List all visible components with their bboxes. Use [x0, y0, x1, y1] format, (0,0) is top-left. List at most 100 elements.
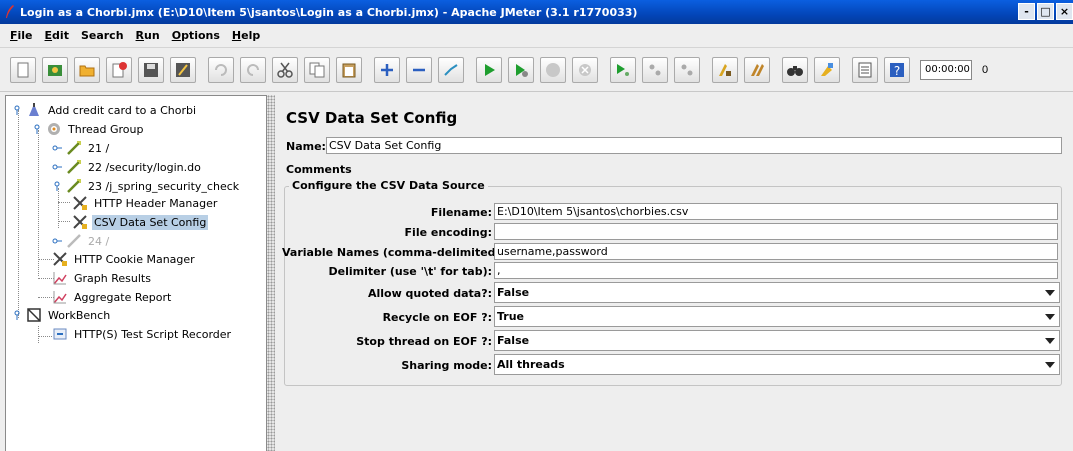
toggle-collapsed-icon[interactable]: [52, 233, 62, 249]
toggle-collapsed-icon[interactable]: [52, 159, 62, 175]
window-title: Login as a Chorbi.jmx (E:\D10\Item 5\jsa…: [20, 5, 638, 19]
file-encoding-label: File encoding:: [404, 226, 492, 239]
stop-thread-eof-label: Stop thread on EOF ?:: [356, 335, 492, 348]
sampler-icon: [66, 140, 82, 156]
remote-shutdown-button[interactable]: [674, 56, 700, 83]
function-helper-button[interactable]: [852, 56, 878, 83]
menu-help[interactable]: Help: [226, 29, 266, 42]
stop-thread-eof-select[interactable]: False: [494, 330, 1060, 351]
menu-file[interactable]: File: [4, 29, 39, 42]
open-icon: [79, 65, 95, 76]
recorder-icon: [52, 326, 68, 342]
start-button[interactable]: [476, 56, 502, 83]
element-config-panel: CSV Data Set Config Name: CSV Data Set C…: [276, 95, 1073, 451]
shutdown-button[interactable]: [572, 56, 598, 83]
clear-button[interactable]: [712, 56, 738, 83]
name-field[interactable]: CSV Data Set Config: [326, 137, 1062, 154]
open-button[interactable]: [74, 56, 100, 83]
toggle-expanded-icon[interactable]: [12, 307, 22, 323]
reset-search-icon: [821, 62, 833, 76]
toggle-expanded-icon[interactable]: [52, 178, 62, 194]
tree-node-thread-group[interactable]: Thread Group: [32, 120, 145, 138]
cut-icon: [277, 62, 293, 78]
redo-button[interactable]: [240, 56, 266, 83]
tree-node-sampler-23[interactable]: 23 /j_spring_security_check: [52, 177, 241, 195]
allow-quoted-select[interactable]: False: [494, 282, 1060, 303]
sharing-mode-select[interactable]: All threads: [494, 354, 1060, 375]
filename-field[interactable]: E:\D10\Item 5\jsantos\chorbies.csv: [494, 203, 1058, 220]
paste-icon: [342, 63, 356, 77]
tree-node-sampler-21[interactable]: 21 /: [52, 139, 111, 157]
copy-button[interactable]: [304, 56, 330, 83]
remote-stop-button[interactable]: [642, 56, 668, 83]
collapse-all-button[interactable]: [406, 56, 432, 83]
tree-node-workbench[interactable]: WorkBench: [12, 306, 112, 324]
tree-node-cookie-manager[interactable]: HTTP Cookie Manager: [52, 250, 197, 268]
config-icon: [72, 195, 88, 211]
tree-node-recorder[interactable]: HTTP(S) Test Script Recorder: [52, 325, 233, 343]
search-button[interactable]: [782, 56, 808, 83]
variable-names-label: Variable Names (comma-delimited):: [282, 246, 505, 259]
function-helper-icon: [858, 62, 872, 77]
toggle-expanded-icon[interactable]: [12, 102, 22, 118]
reset-search-button[interactable]: [814, 56, 840, 83]
expand-all-button[interactable]: [374, 56, 400, 83]
menu-options[interactable]: Options: [166, 29, 226, 42]
listener-icon: [52, 289, 68, 305]
undo-button[interactable]: [208, 56, 234, 83]
start-no-pause-icon: [516, 63, 528, 77]
save-as-button[interactable]: [170, 56, 196, 83]
save-icon: [144, 62, 158, 77]
start-no-pauses-button[interactable]: [508, 56, 534, 83]
paste-button[interactable]: [336, 56, 362, 83]
elapsed-timer: 00:00:00: [920, 59, 972, 80]
copy-icon: [309, 62, 325, 77]
clear-all-button[interactable]: [744, 56, 770, 83]
templates-button[interactable]: [42, 56, 68, 83]
filename-label: Filename:: [430, 206, 492, 219]
tree-node-sampler-22[interactable]: 22 /security/login.do: [52, 158, 203, 176]
maximize-button[interactable]: □: [1037, 3, 1054, 20]
toggle-collapsed-icon[interactable]: [52, 140, 62, 156]
menu-edit[interactable]: Edit: [39, 29, 75, 42]
sampler-icon: [66, 159, 82, 175]
chevron-down-icon[interactable]: [1041, 331, 1059, 350]
test-plan-tree[interactable]: Add credit card to a Chorbi Thread Group…: [5, 95, 267, 451]
save-button[interactable]: [138, 56, 164, 83]
cut-button[interactable]: [272, 56, 298, 83]
tree-node-aggregate-report[interactable]: Aggregate Report: [52, 288, 173, 306]
tree-node-sampler-24[interactable]: 24 /: [52, 232, 111, 250]
tree-node-graph-results[interactable]: Graph Results: [52, 269, 153, 287]
collapse-icon: [413, 68, 425, 71]
close-button[interactable]: [106, 56, 132, 83]
toggle-button[interactable]: [438, 56, 464, 83]
file-encoding-field[interactable]: [494, 223, 1058, 240]
search-icon: [787, 65, 803, 76]
remote-start-button[interactable]: [610, 56, 636, 83]
tree-node-header-manager[interactable]: HTTP Header Manager: [72, 194, 219, 212]
menu-search[interactable]: Search: [75, 29, 130, 42]
chevron-down-icon[interactable]: [1041, 283, 1059, 302]
menu-run[interactable]: Run: [130, 29, 166, 42]
delimiter-field[interactable]: ,: [494, 262, 1058, 279]
help-icon: ?: [890, 62, 904, 78]
new-button[interactable]: [10, 56, 36, 83]
variable-names-field[interactable]: username,password: [494, 243, 1058, 260]
help-button[interactable]: ?: [884, 56, 910, 83]
stop-thread-eof-value: False: [497, 334, 530, 347]
tree-node-csv-data-set-config[interactable]: CSV Data Set Config: [72, 213, 209, 231]
recycle-eof-select[interactable]: True: [494, 306, 1060, 327]
comments-field[interactable]: [352, 160, 1062, 177]
minimize-button[interactable]: -: [1018, 3, 1035, 20]
save-as-icon: [176, 62, 190, 77]
tree-node-test-plan[interactable]: Add credit card to a Chorbi: [12, 101, 198, 119]
pane-splitter[interactable]: [267, 95, 275, 451]
stop-button[interactable]: [540, 56, 566, 83]
chevron-down-icon[interactable]: [1041, 307, 1059, 326]
allow-quoted-label: Allow quoted data?:: [367, 287, 492, 300]
toggle-expanded-icon[interactable]: [32, 121, 42, 137]
close-window-button[interactable]: ×: [1056, 3, 1073, 20]
templates-icon: [48, 64, 62, 76]
menu-bar: File Edit Search Run Options Help: [0, 24, 1073, 48]
chevron-down-icon[interactable]: [1041, 355, 1059, 374]
